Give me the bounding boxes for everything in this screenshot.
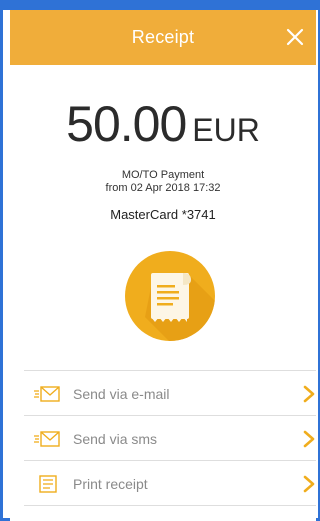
receipt-small-icon [39, 475, 57, 493]
send-sms-button[interactable]: Send via sms [24, 417, 316, 460]
envelope-icon [34, 386, 60, 402]
divider [24, 460, 316, 461]
chevron-right-icon [303, 430, 315, 448]
close-button[interactable] [280, 20, 310, 54]
header-title: Receipt [131, 27, 195, 47]
chevron-right-icon [303, 385, 315, 403]
amount-value: 50.00 [66, 96, 187, 152]
print-receipt-label: Print receipt [73, 476, 148, 492]
envelope-icon [34, 431, 60, 447]
divider [24, 370, 316, 371]
divider [24, 415, 316, 416]
print-receipt-button[interactable]: Print receipt [24, 462, 316, 505]
chevron-right-icon [303, 475, 315, 493]
receipt-icon [125, 251, 215, 341]
send-sms-label: Send via sms [73, 431, 158, 447]
amount-currency: EUR [192, 112, 260, 148]
divider [24, 505, 316, 506]
card-info: MasterCard *3741 [110, 207, 216, 222]
send-email-button[interactable]: Send via e-mail [24, 372, 316, 415]
receipt-header: Receipt [10, 10, 316, 65]
payment-date: from 02 Apr 2018 17:32 [105, 182, 221, 194]
payment-type: MO/TO Payment [121, 169, 205, 181]
receipt-content: 50.00 EUR MO/TO Payment from 02 Apr 2018 … [10, 65, 316, 521]
send-email-label: Send via e-mail [73, 386, 170, 402]
close-icon [286, 28, 304, 46]
payment-amount: 50.00 EUR [10, 95, 316, 153]
